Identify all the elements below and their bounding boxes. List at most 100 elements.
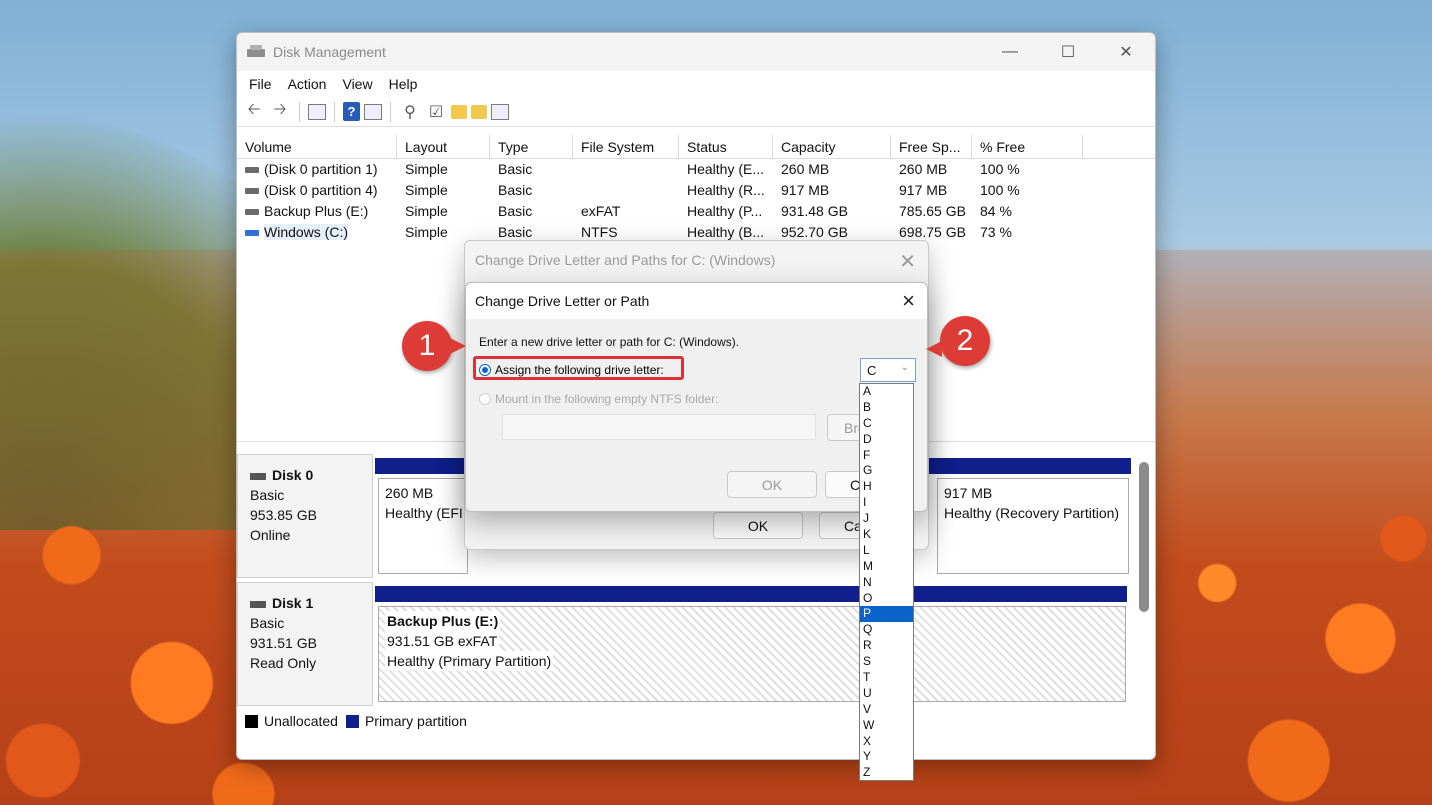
mount-folder-radio[interactable] [479, 393, 491, 405]
legend-unallocated: Unallocated [245, 713, 338, 729]
forward-arrow-icon[interactable]: 🡢 [269, 101, 291, 123]
mount-folder-option[interactable]: Mount in the following empty NTFS folder… [479, 392, 718, 406]
drive-letter-option-h[interactable]: H [860, 479, 913, 495]
cell-file-system [573, 159, 679, 180]
assign-letter-highlight [473, 356, 684, 380]
drive-letter-option-m[interactable]: M [860, 559, 913, 575]
drive-letter-option-z[interactable]: Z [860, 765, 913, 781]
view-list-icon[interactable] [491, 103, 509, 120]
volume-icon [245, 188, 259, 195]
disk-0-efi-partition[interactable]: 260 MB Healthy (EFI [378, 478, 468, 574]
legend: Unallocated Primary partition [237, 709, 1155, 733]
col-type[interactable]: Type [490, 135, 573, 159]
table-row[interactable]: Backup Plus (E:) Simple Basic exFAT Heal… [237, 201, 1155, 222]
disk-management-icon [247, 45, 265, 59]
folder-search-icon[interactable] [471, 104, 487, 119]
menu-view[interactable]: View [334, 76, 380, 92]
drive-letter-option-w[interactable]: W [860, 718, 913, 734]
cell-status: Healthy (E... [687, 161, 765, 177]
disk-0-type: Basic [250, 487, 285, 503]
close-button[interactable]: ✕ [1097, 33, 1155, 71]
table-row[interactable]: (Disk 0 partition 1) Simple Basic Health… [237, 159, 1155, 180]
menu-file[interactable]: File [241, 76, 280, 92]
disk-1-state: Read Only [250, 655, 317, 671]
step-2-number: 2 [956, 324, 974, 357]
cell-volume: Windows (C:) [237, 222, 397, 243]
cell-status: Healthy (R... [687, 182, 765, 198]
back-dialog-close-icon[interactable]: ✕ [899, 249, 916, 274]
drive-letter-option-u[interactable]: U [860, 686, 913, 702]
back-dialog-ok-button[interactable]: OK [713, 512, 803, 539]
disk-1-info[interactable]: Disk 1 Basic 931.51 GB Read Only [237, 582, 373, 706]
folder-up-icon[interactable] [451, 104, 467, 119]
col-volume[interactable]: Volume [237, 135, 397, 159]
drive-letter-option-r[interactable]: R [860, 638, 913, 654]
front-dialog-ok-button[interactable]: OK [727, 471, 817, 498]
drive-letter-option-o[interactable]: O [860, 591, 913, 607]
backup-partition-status: Healthy (Primary Partition) [385, 651, 554, 671]
checklist-icon[interactable]: ☑ [425, 101, 447, 123]
drive-letter-option-k[interactable]: K [860, 527, 913, 543]
primary-swatch [345, 714, 359, 728]
drive-letter-option-v[interactable]: V [860, 702, 913, 718]
drive-letter-option-n[interactable]: N [860, 575, 913, 591]
col-empty [1083, 135, 1155, 159]
disk-1-type: Basic [250, 615, 285, 631]
drive-letter-option-i[interactable]: I [860, 495, 913, 511]
table-row[interactable]: (Disk 0 partition 4) Simple Basic Health… [237, 180, 1155, 201]
drive-letter-option-t[interactable]: T [860, 670, 913, 686]
col-layout[interactable]: Layout [397, 135, 490, 159]
drive-letter-option-c[interactable]: C [860, 416, 913, 432]
drive-letter-option-y[interactable]: Y [860, 749, 913, 765]
console-icon[interactable] [308, 103, 326, 120]
cell-percent-free: 73 % [980, 224, 1012, 240]
toolbar-separator [334, 101, 335, 122]
disk-0-recovery-partition[interactable]: 917 MB Healthy (Recovery Partition) [937, 478, 1129, 574]
cell-layout: Simple [405, 203, 448, 219]
col-status[interactable]: Status [679, 135, 773, 159]
drive-letter-option-d[interactable]: D [860, 432, 913, 448]
drive-letter-option-b[interactable]: B [860, 400, 913, 416]
minimize-button[interactable]: — [981, 33, 1039, 71]
volume-list-header: Volume Layout Type File System Status Ca… [237, 135, 1155, 159]
drive-letter-option-q[interactable]: Q [860, 622, 913, 638]
disk-map-scrollbar[interactable] [1139, 462, 1149, 612]
maximize-button[interactable]: ☐ [1039, 33, 1097, 71]
col-free-space[interactable]: Free Sp... [891, 135, 972, 159]
cell-status: Healthy (P... [687, 203, 763, 219]
disk-0-info[interactable]: Disk 0 Basic 953.85 GB Online [237, 454, 373, 578]
drive-letter-option-p[interactable]: P [860, 606, 913, 623]
col-file-system[interactable]: File System [573, 135, 679, 159]
drive-letter-option-j[interactable]: J [860, 511, 913, 527]
properties-icon[interactable] [364, 103, 382, 120]
efi-partition-status: Healthy (EFI [385, 505, 463, 521]
drive-letter-option-s[interactable]: S [860, 654, 913, 670]
drive-letter-option-x[interactable]: X [860, 734, 913, 750]
volume-name: Windows (C:) [264, 224, 349, 240]
connect-icon[interactable]: ⚲ [399, 101, 421, 123]
front-dialog-close-icon[interactable]: × [902, 288, 915, 314]
volume-icon [245, 209, 259, 216]
cell-volume: (Disk 0 partition 1) [237, 159, 397, 180]
drive-letter-option-g[interactable]: G [860, 463, 913, 479]
step-1-number: 1 [418, 329, 436, 362]
cell-capacity: 917 MB [781, 182, 830, 198]
volume-icon [245, 167, 259, 174]
menu-action[interactable]: Action [280, 76, 335, 92]
drive-letter-option-l[interactable]: L [860, 543, 913, 559]
col-percent-free[interactable]: % Free [972, 135, 1083, 159]
title-bar[interactable]: Disk Management — ☐ ✕ [237, 33, 1155, 71]
help-icon[interactable]: ? [343, 102, 360, 121]
folder-path-input[interactable] [502, 414, 816, 440]
drive-letter-option-a[interactable]: A [860, 384, 913, 400]
front-dialog-title: Change Drive Letter or Path [466, 283, 927, 319]
back-arrow-icon[interactable]: 🡠 [243, 101, 265, 123]
cell-capacity: 931.48 GB [781, 203, 848, 219]
cell-free-space: 260 MB [899, 161, 948, 177]
menu-help[interactable]: Help [381, 76, 426, 92]
col-capacity[interactable]: Capacity [773, 135, 891, 159]
drive-letter-option-f[interactable]: F [860, 448, 913, 464]
disk-1-backup-partition[interactable]: Backup Plus (E:) 931.51 GB exFAT Healthy… [378, 606, 1126, 702]
drive-letter-combobox[interactable]: C ⌄ [860, 358, 916, 382]
toolbar: 🡠 🡢 ? ⚲ ☑ [237, 97, 1155, 127]
